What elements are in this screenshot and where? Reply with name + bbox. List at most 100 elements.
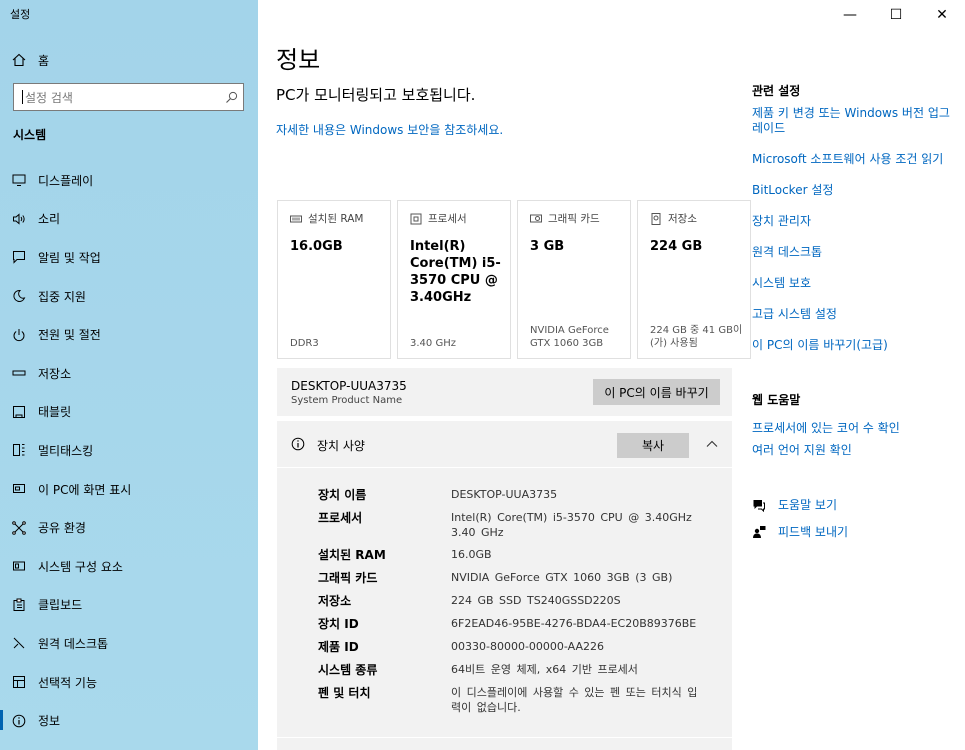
advanced-system-settings-link[interactable]: 고급 시스템 설정	[752, 307, 952, 322]
maximize-button[interactable]: ☐	[873, 2, 919, 28]
next-panel-edge	[277, 737, 732, 750]
spec-key: 시스템 종류	[318, 663, 378, 677]
home-icon	[0, 53, 38, 67]
processor-card: 프로세서 Intel(R) Core(TM) i5-3570 CPU @ 3.4…	[397, 200, 511, 359]
spec-row: 시스템 종류 64비트 운영 체제, x64 기반 프로세서	[318, 662, 718, 678]
close-button[interactable]: ✕	[919, 2, 965, 28]
sidebar-item-label: 시스템 구성 요소	[38, 559, 123, 574]
sidebar-item-label: 선택적 기능	[38, 675, 98, 690]
card-header: 그래픽 카드	[530, 211, 630, 226]
help-icon	[753, 499, 765, 512]
windows-security-link[interactable]: 자세한 내용은 Windows 보안을 참조하세요.	[276, 121, 503, 138]
sidebar-item-label: 집중 지원	[38, 289, 86, 304]
sidebar-item-focus-assist[interactable]: 집중 지원	[0, 277, 258, 316]
device-specs-header[interactable]: 장치 사양 복사	[277, 421, 732, 467]
device-model: System Product Name	[291, 395, 403, 406]
sidebar-item-label: 정보	[38, 714, 61, 729]
sidebar-item-label: 공유 환경	[38, 521, 86, 536]
sidebar-item-label: 이 PC에 화면 표시	[38, 482, 132, 497]
divider	[277, 467, 732, 468]
moon-icon	[0, 289, 38, 303]
close-icon: ✕	[936, 7, 948, 23]
power-icon	[0, 328, 38, 342]
maximize-icon: ☐	[889, 7, 903, 23]
sidebar-item-tablet[interactable]: 태블릿	[0, 393, 258, 432]
spec-value: 64비트 운영 체제, x64 기반 프로세서	[451, 663, 638, 676]
optional-features-icon	[0, 675, 38, 689]
nav-home-label: 홈	[38, 53, 50, 68]
spec-cards: 설치된 RAM 16.0GB DDR3 프로세서 Intel(R) Core(T…	[277, 200, 751, 359]
sidebar-item-remote-desktop[interactable]: 원격 데스크톱	[0, 624, 258, 663]
sidebar-item-project[interactable]: 이 PC에 화면 표시	[0, 470, 258, 509]
sidebar-item-multitasking[interactable]: 멀티태스킹	[0, 431, 258, 470]
chevron-up-icon[interactable]	[705, 437, 719, 451]
device-name: DESKTOP-UUA3735	[291, 379, 407, 393]
gpu-icon	[530, 214, 542, 222]
text-caret	[22, 90, 23, 104]
card-label: 프로세서	[428, 213, 467, 225]
sidebar-item-components[interactable]: 시스템 구성 요소	[0, 547, 258, 586]
components-icon	[0, 559, 38, 573]
spec-value: 16.0GB	[451, 548, 492, 561]
system-protection-link[interactable]: 시스템 보호	[752, 276, 952, 291]
spec-key: 제품 ID	[318, 640, 359, 654]
sidebar-item-optional-features[interactable]: 선택적 기능	[0, 663, 258, 702]
card-sub: NVIDIA GeForce GTX 1060 3GB	[530, 325, 609, 349]
card-sub: 3.40 GHz	[410, 338, 456, 349]
spec-key: 프로세서	[318, 511, 363, 525]
notification-icon	[0, 250, 38, 265]
sidebar-item-label: 클립보드	[38, 598, 83, 613]
feedback-link[interactable]: 피드백 보내기	[752, 523, 952, 540]
card-sub: 224 GB 중 41 GB이(가) 사용됨	[650, 325, 743, 349]
search-icon[interactable]	[219, 91, 243, 104]
bitlocker-link[interactable]: BitLocker 설정	[752, 183, 952, 198]
sidebar-nav: 디스플레이 소리 알림 및 작업 집중 지원 전원 및 절전 저장소 태블릿 멀…	[0, 161, 258, 740]
app-title: 설정	[10, 8, 31, 21]
card-header: 프로세서	[410, 211, 510, 226]
main-content: — ☐ ✕ 정보 PC가 모니터링되고 보호됩니다. 자세한 내용은 Windo…	[258, 0, 965, 750]
sidebar-item-display[interactable]: 디스플레이	[0, 161, 258, 200]
get-help-link[interactable]: 도움말 보기	[752, 496, 952, 513]
sidebar-item-notifications[interactable]: 알림 및 작업	[0, 238, 258, 277]
search-input[interactable]: 설정 검색	[13, 83, 244, 111]
rename-pc-advanced-link[interactable]: 이 PC의 이름 바꾸기(고급)	[752, 338, 952, 353]
card-label: 그래픽 카드	[548, 213, 600, 225]
card-label: 설치된 RAM	[308, 213, 364, 225]
storage-card-icon	[651, 212, 661, 225]
spec-value: 00330-80000-00000-AA226	[451, 640, 604, 653]
related-settings-title: 관련 설정	[752, 84, 801, 98]
sidebar-item-label: 알림 및 작업	[38, 250, 101, 265]
license-terms-link[interactable]: Microsoft 소프트웨어 사용 조건 읽기	[752, 152, 952, 167]
card-label: 저장소	[668, 213, 697, 225]
info-icon	[291, 437, 305, 451]
minimize-button[interactable]: —	[827, 2, 873, 28]
sidebar-item-share[interactable]: 공유 환경	[0, 508, 258, 547]
sidebar-item-sound[interactable]: 소리	[0, 200, 258, 239]
sidebar-section-label: 시스템	[13, 128, 47, 142]
card-value: 16.0GB	[290, 239, 343, 254]
nav-home[interactable]: 홈	[0, 46, 258, 74]
feedback-icon	[753, 525, 766, 538]
rename-pc-button[interactable]: 이 PC의 이름 바꾸기	[593, 379, 720, 405]
sidebar-item-storage[interactable]: 저장소	[0, 354, 258, 393]
ram-icon	[290, 215, 302, 222]
copy-button[interactable]: 복사	[617, 433, 689, 458]
spec-row: 제품 ID 00330-80000-00000-AA226	[318, 639, 718, 655]
spec-value: DESKTOP-UUA3735	[451, 488, 558, 501]
feedback-label: 피드백 보내기	[778, 525, 849, 539]
spec-key: 그래픽 카드	[318, 571, 378, 585]
sidebar-item-label: 전원 및 절전	[38, 328, 101, 343]
device-manager-link[interactable]: 장치 관리자	[752, 214, 952, 229]
cpu-cores-link[interactable]: 프로세서에 있는 코어 수 확인	[752, 421, 952, 436]
card-sub: DDR3	[290, 338, 319, 349]
upgrade-windows-link[interactable]: 제품 키 변경 또는 Windows 버전 업그레이드	[752, 106, 952, 136]
remote-desktop-link[interactable]: 원격 데스크톱	[752, 245, 952, 260]
sidebar-item-clipboard[interactable]: 클립보드	[0, 586, 258, 625]
device-name-row: DESKTOP-UUA3735 System Product Name 이 PC…	[277, 368, 732, 416]
sidebar-item-power[interactable]: 전원 및 절전	[0, 315, 258, 354]
language-support-link[interactable]: 여러 언어 지원 확인	[752, 443, 952, 458]
spec-rows: 장치 이름 DESKTOP-UUA3735 프로세서 Intel(R) Core(T…	[318, 487, 718, 722]
spec-value: 이 디스플레이에 사용할 수 있는 펜 또는 터치식 입력이 없습니다.	[451, 686, 698, 714]
sidebar-item-about[interactable]: 정보	[0, 701, 258, 740]
spec-row: 펜 및 터치 이 디스플레이에 사용할 수 있는 펜 또는 터치식 입력이 없습니…	[318, 685, 718, 715]
